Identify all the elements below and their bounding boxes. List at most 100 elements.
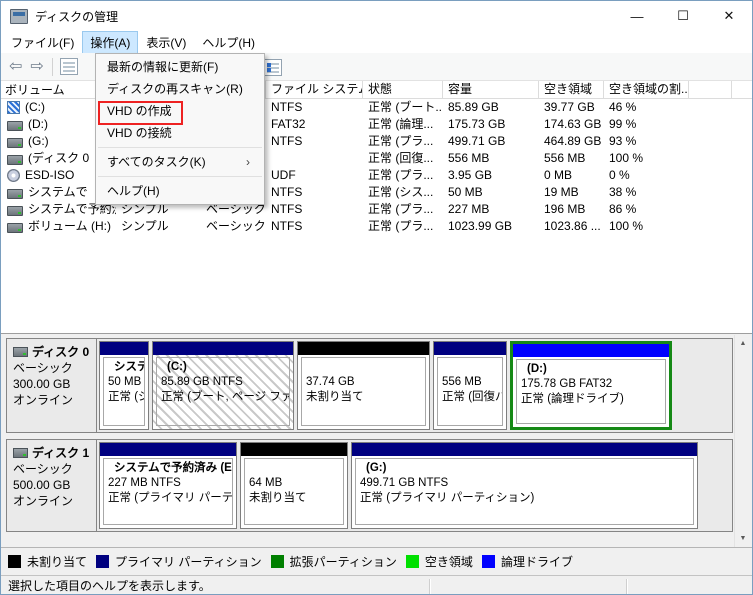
cell-capacity: 175.73 GB (443, 116, 539, 133)
menu-separator (98, 176, 262, 177)
partition-color-bar (513, 344, 669, 357)
status-bar: 選択した項目のヘルプを表示します。 (1, 575, 752, 595)
disk-icon (13, 347, 28, 357)
drive-icon (7, 206, 23, 216)
disk-size: 500.00 GB (13, 477, 92, 493)
partition-color-bar (434, 342, 506, 355)
volume-name: (ディスク 0 (28, 150, 89, 167)
toolbar-separator (52, 58, 53, 76)
col-fs[interactable]: ファイル システム (266, 81, 363, 98)
cell-capacity: 50 MB (443, 184, 539, 201)
legend-item: 論理ドライブ (482, 553, 573, 570)
cell-layout: シンプル (116, 218, 201, 235)
cell-capacity: 227 MB (443, 201, 539, 218)
maximize-button[interactable]: ☐ (660, 1, 706, 31)
menu-item-refresh[interactable]: 最新の情報に更新(F) (96, 56, 264, 78)
disk-icon (13, 448, 28, 458)
cell-free: 464.89 GB (539, 133, 604, 150)
legend-item: プライマリ パーティション (96, 553, 262, 570)
col-free-pct[interactable]: 空き領域の割... (604, 81, 689, 98)
cd-icon (7, 169, 20, 182)
disk-type: ベーシック (13, 461, 92, 477)
action-menu-popup: 最新の情報に更新(F) ディスクの再スキャン(R) VHD の作成 VHD の接… (95, 53, 265, 205)
legend-bar: 未割り当て プライマリ パーティション 拡張パーティション 空き領域 論理ドライ… (1, 547, 752, 575)
disk-status: オンライン (13, 392, 92, 408)
scroll-up-icon[interactable]: ▲ (740, 335, 747, 352)
titlebar: ディスクの管理 — ☐ ✕ (1, 1, 752, 31)
disk-name: ディスク 1 (32, 445, 89, 461)
cell-fs: NTFS (266, 99, 363, 116)
cell-fs: UDF (266, 167, 363, 184)
cell-status: 正常 (プラ... (363, 218, 443, 235)
cell-free: 19 MB (539, 184, 604, 201)
partition-g[interactable]: (G:)499.71 GB NTFS正常 (プライマリ パーティション) (351, 442, 698, 529)
close-icon: ✕ (724, 8, 735, 24)
statusbar-divider (429, 579, 431, 594)
partition-color-bar (298, 342, 429, 355)
menu-file[interactable]: ファイル(F) (3, 31, 82, 54)
drive-icon (7, 155, 23, 165)
close-button[interactable]: ✕ (706, 1, 752, 31)
menu-item-all-tasks[interactable]: すべてのタスク(K)› (96, 151, 264, 173)
scroll-down-icon[interactable]: ▼ (740, 530, 747, 547)
cell-free-pct: 100 % (604, 150, 689, 167)
partition-unallocated[interactable]: 64 MB未割り当て (240, 442, 348, 529)
disk-0-label[interactable]: ディスク 0 ベーシック 300.00 GB オンライン (7, 339, 97, 432)
statusbar-divider (626, 579, 628, 594)
disk-name: ディスク 0 (32, 344, 89, 360)
console-tree-icon[interactable] (60, 58, 78, 75)
cell-status: 正常 (ブート... (363, 99, 443, 116)
menu-help[interactable]: ヘルプ(H) (194, 31, 263, 54)
cell-fs: NTFS (266, 201, 363, 218)
cell-capacity: 1023.99 GB (443, 218, 539, 235)
cell-free: 174.63 GB (539, 116, 604, 133)
partition-color-bar (241, 443, 347, 456)
col-free[interactable]: 空き領域 (539, 81, 604, 98)
window-title: ディスクの管理 (35, 8, 118, 25)
legend-item: 空き領域 (406, 553, 473, 570)
menu-bar: ファイル(F) 操作(A) 表示(V) ヘルプ(H) (1, 31, 752, 53)
partition-e[interactable]: システムで予約済み (E:)227 MB NTFS正常 (プライマリ パーティシ… (99, 442, 237, 529)
status-text: 選択した項目のヘルプを表示します。 (8, 579, 211, 593)
cell-status: 正常 (プラ... (363, 167, 443, 184)
forward-arrow-icon[interactable]: ⇨ (30, 59, 43, 75)
menu-item-rescan[interactable]: ディスクの再スキャン(R) (96, 78, 264, 100)
cell-fs: FAT32 (266, 116, 363, 133)
col-status[interactable]: 状態 (363, 81, 443, 98)
cell-status: 正常 (シス... (363, 184, 443, 201)
cell-status: 正常 (回復... (363, 150, 443, 167)
extended-partition-swatch (271, 555, 284, 568)
volume-name: ESD-ISO (25, 167, 74, 184)
cell-free-pct: 38 % (604, 184, 689, 201)
cell-capacity: 3.95 GB (443, 167, 539, 184)
logical-drive-swatch (482, 555, 495, 568)
partition-system[interactable]: システム50 MB正常 (シ (99, 341, 149, 430)
vertical-scrollbar[interactable]: ▲ ▼ (734, 335, 751, 547)
properties-icon[interactable] (264, 59, 282, 76)
partition-unallocated[interactable]: 37.74 GB未割り当て (297, 341, 430, 430)
partition-color-bar (100, 443, 236, 456)
volume-name: (D:) (28, 116, 48, 133)
minimize-button[interactable]: — (614, 1, 660, 31)
drive-icon (7, 189, 23, 199)
disk-1-label[interactable]: ディスク 1 ベーシック 500.00 GB オンライン (7, 440, 97, 531)
partition-c[interactable]: (C:)85.89 GB NTFS正常 (ブート, ページ ファイル, (152, 341, 294, 430)
partition-color-bar (153, 342, 293, 355)
menu-view[interactable]: 表示(V) (138, 31, 194, 54)
back-arrow-icon[interactable]: ⇦ (9, 59, 22, 75)
disk-0-row: ディスク 0 ベーシック 300.00 GB オンライン システム50 MB正常… (6, 338, 733, 433)
menu-separator (98, 147, 262, 148)
volume-name: システムで (28, 184, 88, 201)
disk-size: 300.00 GB (13, 376, 92, 392)
table-row[interactable]: ボリューム (H:) シンプル ベーシック NTFS 正常 (プラ... 102… (1, 218, 752, 235)
menu-item-attach-vhd[interactable]: VHD の接続 (96, 122, 264, 144)
partition-d[interactable]: (D:)175.78 GB FAT32正常 (論理ドライブ) (510, 341, 672, 430)
col-capacity[interactable]: 容量 (443, 81, 539, 98)
menu-action[interactable]: 操作(A) (82, 31, 138, 54)
cell-free: 1023.86 ... (539, 218, 604, 235)
disk-type: ベーシック (13, 360, 92, 376)
cell-free: 556 MB (539, 150, 604, 167)
menu-item-help[interactable]: ヘルプ(H) (96, 180, 264, 202)
partition-recovery[interactable]: 556 MB正常 (回復パ (433, 341, 507, 430)
cell-capacity: 85.89 GB (443, 99, 539, 116)
